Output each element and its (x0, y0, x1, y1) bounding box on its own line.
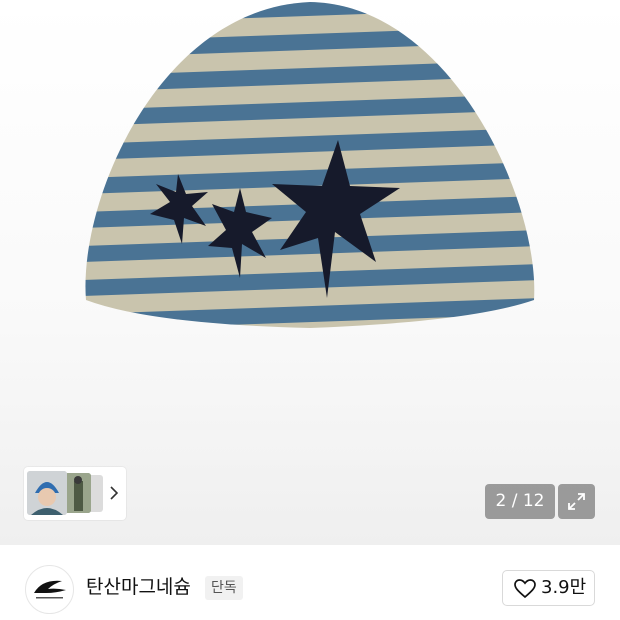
chevron-right-icon[interactable] (110, 486, 118, 500)
expand-icon (568, 493, 585, 510)
product-image-beanie (85, 2, 535, 328)
product-image-gallery[interactable]: 2 / 12 (0, 0, 620, 545)
thumbnail-1-image (27, 471, 67, 515)
image-counter: 2 / 12 (485, 484, 555, 519)
image-counter-separator: / (511, 491, 518, 511)
shop-info-bar: 탄산마그네슘 단독 3.9만 (0, 545, 620, 620)
like-count: 3.9만 (541, 577, 587, 598)
exclusive-badge: 단독 (205, 576, 243, 600)
brand-logo-icon (34, 580, 66, 599)
image-counter-total: 12 (522, 491, 545, 511)
thumbnail-strip[interactable] (24, 467, 126, 520)
heart-icon (514, 579, 536, 599)
thumbnail-1[interactable] (27, 471, 67, 515)
thumbnail-stack[interactable] (27, 471, 103, 515)
expand-button[interactable] (558, 484, 595, 519)
thumbnail-2[interactable] (65, 473, 91, 513)
shop-logo[interactable] (25, 565, 74, 614)
like-button[interactable]: 3.9만 (502, 570, 595, 606)
shop-name[interactable]: 탄산마그네슘 (86, 573, 191, 601)
image-counter-current: 2 (495, 491, 507, 511)
thumbnail-2-image (65, 473, 91, 513)
